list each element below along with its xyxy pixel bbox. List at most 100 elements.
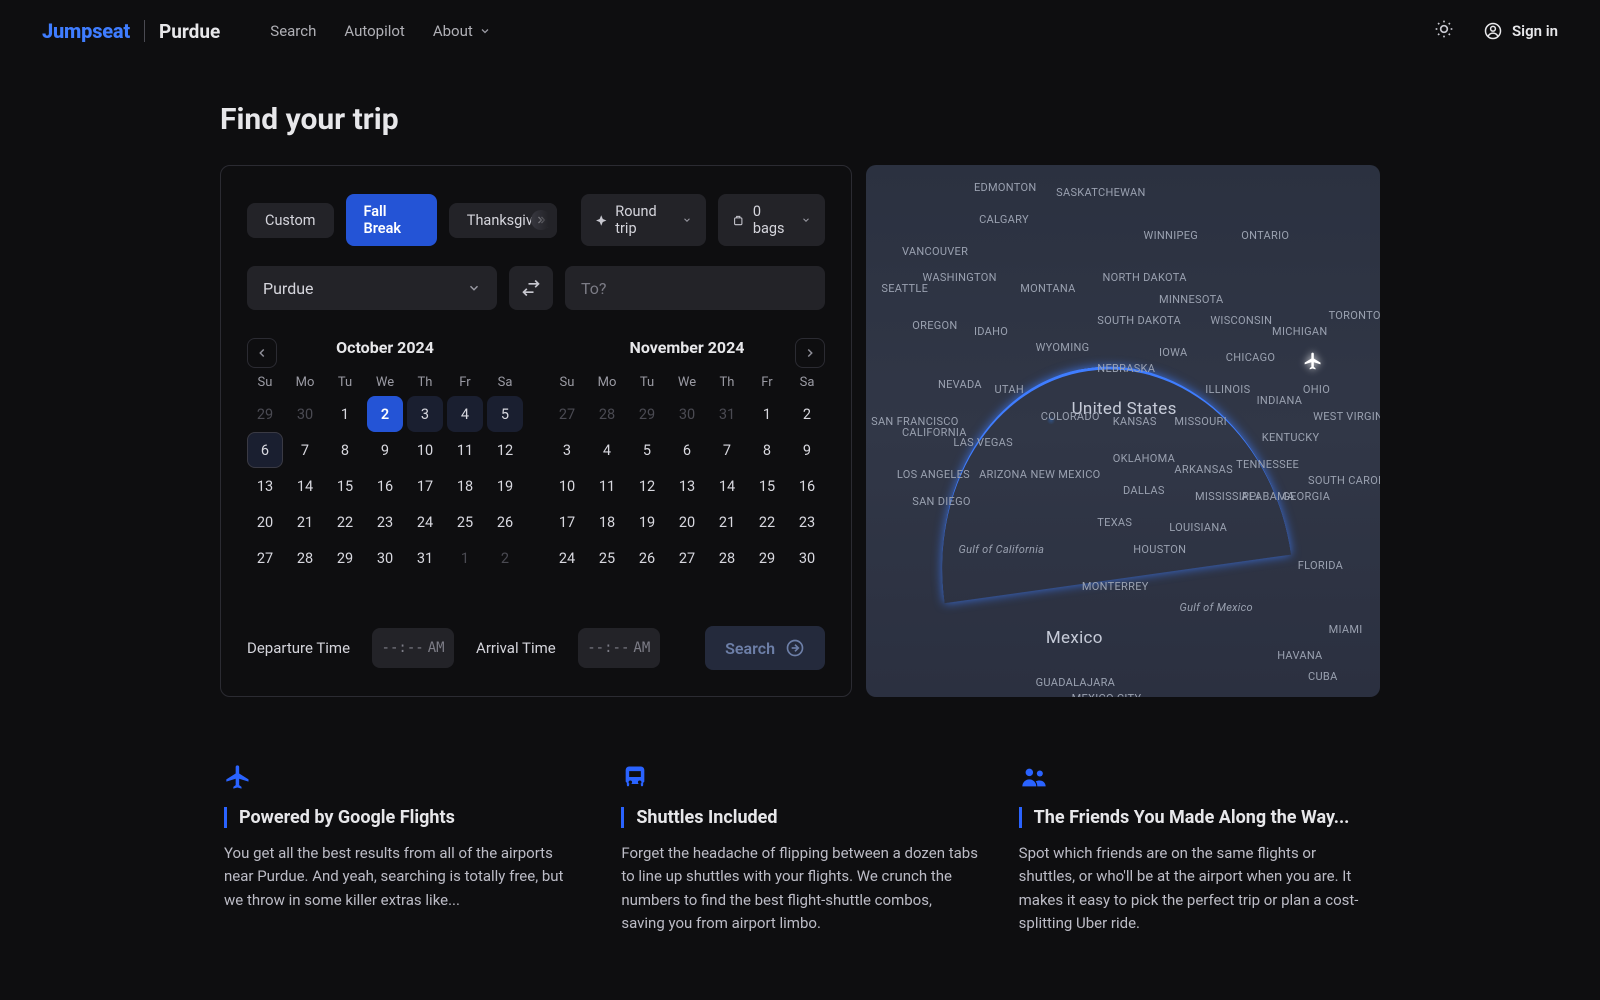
preset-thanksgiving[interactable]: Thanksgiving [449, 203, 557, 238]
calendar-day[interactable]: 1 [749, 396, 785, 432]
map-label: OKLAHOMA [1113, 452, 1175, 465]
trip-type-select[interactable]: Round trip [581, 194, 707, 246]
plane-icon [1303, 351, 1323, 376]
signin-button[interactable]: Sign in [1484, 22, 1558, 40]
calendar-day[interactable]: 7 [709, 432, 745, 468]
calendar-day[interactable]: 5 [487, 396, 523, 432]
calendar-day[interactable]: 27 [669, 540, 705, 576]
preset-more-badge[interactable] [531, 210, 551, 230]
calendar-day[interactable]: 16 [367, 468, 403, 504]
calendar-day[interactable]: 18 [589, 504, 625, 540]
map[interactable]: EdmontonSASKATCHEWANCalgaryWinnipegVanco… [866, 165, 1380, 697]
calendar-day[interactable]: 18 [447, 468, 483, 504]
calendar-day[interactable]: 25 [589, 540, 625, 576]
arrow-right-circle-icon [785, 638, 805, 658]
calendar-day[interactable]: 11 [447, 432, 483, 468]
calendar-day[interactable]: 6 [669, 432, 705, 468]
calendar-day[interactable]: 10 [549, 468, 585, 504]
nav-link-about[interactable]: About [433, 22, 491, 40]
calendar-day[interactable]: 13 [669, 468, 705, 504]
calendar-day[interactable]: 5 [629, 432, 665, 468]
calendar-day[interactable]: 21 [709, 504, 745, 540]
chevron-down-icon [682, 214, 692, 226]
calendar-day[interactable]: 20 [247, 504, 283, 540]
calendar-day[interactable]: 19 [629, 504, 665, 540]
calendar-day[interactable]: 9 [789, 432, 825, 468]
calendar-day[interactable]: 20 [669, 504, 705, 540]
calendar-day[interactable]: 25 [447, 504, 483, 540]
calendar-day[interactable]: 22 [749, 504, 785, 540]
calendar-day[interactable]: 17 [549, 504, 585, 540]
calendar-day[interactable]: 29 [327, 540, 363, 576]
calendar-day[interactable]: 13 [247, 468, 283, 504]
calendar-day[interactable]: 3 [549, 432, 585, 468]
calendar-day[interactable]: 12 [487, 432, 523, 468]
calendar-day[interactable]: 27 [247, 540, 283, 576]
preset-fall-break[interactable]: Fall Break [346, 194, 437, 246]
calendar-day[interactable]: 22 [327, 504, 363, 540]
calendar-day[interactable]: 1 [327, 396, 363, 432]
calendar-day[interactable]: 26 [487, 504, 523, 540]
calendar-day[interactable]: 4 [589, 432, 625, 468]
calendar-day[interactable]: 31 [407, 540, 443, 576]
nav-link-autopilot[interactable]: Autopilot [344, 22, 404, 40]
map-label: Monterrey [1082, 580, 1149, 593]
departure-time-input[interactable]: --:-- AM [372, 628, 454, 668]
bags-select[interactable]: 0 bags [718, 194, 825, 246]
calendar-day[interactable]: 23 [789, 504, 825, 540]
calendar-day[interactable]: 3 [407, 396, 443, 432]
dow-cell: We [669, 369, 705, 396]
calendar-day[interactable]: 28 [709, 540, 745, 576]
calendar-day[interactable]: 12 [629, 468, 665, 504]
swap-button[interactable] [509, 266, 553, 310]
calendar-day[interactable]: 17 [407, 468, 443, 504]
calendar-day[interactable]: 6 [247, 432, 283, 468]
preset-custom[interactable]: Custom [247, 203, 334, 238]
calendar-day[interactable]: 14 [709, 468, 745, 504]
map-label: Miami [1329, 623, 1363, 636]
calendar-day[interactable]: 23 [367, 504, 403, 540]
panel-row: Custom Fall Break Thanksgiving Round tri… [220, 165, 1380, 697]
map-label: MISSOURI [1174, 415, 1227, 428]
calendar-day[interactable]: 29 [749, 540, 785, 576]
user-icon [1484, 22, 1502, 40]
calendar-day: 27 [549, 396, 585, 432]
calendar-day[interactable]: 2 [789, 396, 825, 432]
calendar-day[interactable]: 24 [549, 540, 585, 576]
search-button[interactable]: Search [705, 626, 825, 670]
calendar-next[interactable] [795, 338, 825, 368]
calendar-day[interactable]: 4 [447, 396, 483, 432]
calendar-day[interactable]: 14 [287, 468, 323, 504]
nav-link-search[interactable]: Search [270, 22, 316, 40]
calendar-day[interactable]: 7 [287, 432, 323, 468]
calendar-day[interactable]: 30 [367, 540, 403, 576]
calendar-day[interactable]: 28 [287, 540, 323, 576]
origin-select[interactable]: Purdue [247, 266, 497, 310]
calendar-day[interactable]: 24 [407, 504, 443, 540]
calendar-day[interactable]: 15 [327, 468, 363, 504]
calendar-day[interactable]: 26 [629, 540, 665, 576]
month-right-title: November 2024 [549, 338, 825, 357]
map-label: Toronto [1329, 309, 1380, 322]
calendar-day[interactable]: 16 [789, 468, 825, 504]
brand-name[interactable]: Jumpseat [42, 19, 130, 43]
arrival-time-ampm: AM [633, 640, 650, 656]
brand-sub[interactable]: Purdue [159, 20, 220, 43]
theme-toggle[interactable] [1434, 19, 1454, 43]
dow-cell: Fr [447, 369, 483, 396]
calendar-day[interactable]: 11 [589, 468, 625, 504]
arrival-time-input[interactable]: --:-- AM [578, 628, 660, 668]
bus-icon [621, 763, 978, 791]
destination-input[interactable]: To? [565, 266, 825, 310]
calendar-day[interactable]: 10 [407, 432, 443, 468]
calendar-day[interactable]: 9 [367, 432, 403, 468]
calendar-day[interactable]: 30 [789, 540, 825, 576]
sun-icon [1434, 19, 1454, 39]
calendar-day[interactable]: 21 [287, 504, 323, 540]
calendar-day[interactable]: 8 [749, 432, 785, 468]
calendar-prev[interactable] [247, 338, 277, 368]
calendar-day[interactable]: 19 [487, 468, 523, 504]
calendar-day[interactable]: 15 [749, 468, 785, 504]
calendar-day[interactable]: 2 [367, 396, 403, 432]
calendar-day[interactable]: 8 [327, 432, 363, 468]
